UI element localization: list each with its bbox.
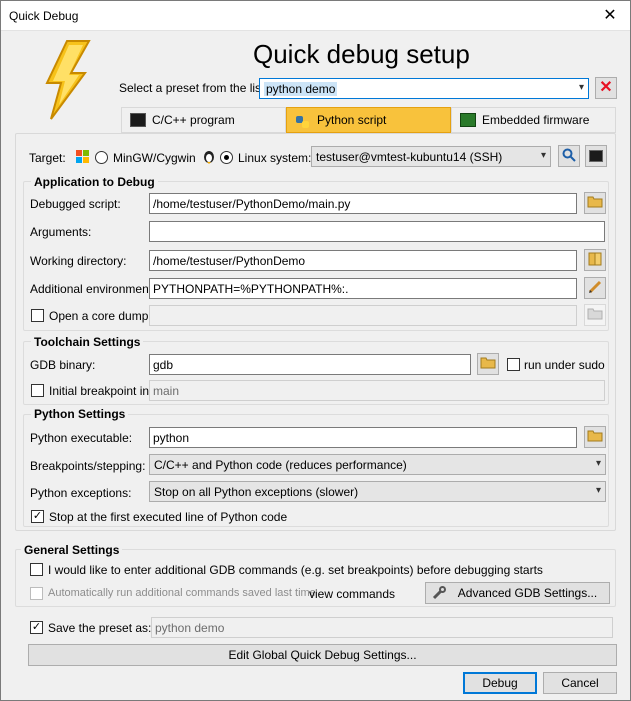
save-preset-label: Save the preset as: [48,621,152,635]
stop-first-line-checkbox[interactable]: ✓ [31,510,44,523]
toolchain-section-title: Toolchain Settings [31,335,144,349]
view-commands-link[interactable]: view commands [309,587,395,601]
working-directory-label: Working directory: [30,254,127,268]
gdb-binary-field[interactable]: gdb [149,354,471,375]
linux-label: Linux system: [238,151,312,165]
preset-select[interactable]: python demo ▾ [259,78,589,99]
advanced-gdb-settings-label: Advanced GDB Settings... [457,586,598,600]
save-preset-field: python demo [151,617,613,638]
edit-global-settings-button[interactable]: Edit Global Quick Debug Settings... [28,644,617,666]
search-icon [562,148,576,165]
linux-system-value: testuser@vmtest-kubuntu14 (SSH) [316,150,503,164]
python-section-title: Python Settings [31,407,129,421]
initial-breakpoint-label: Initial breakpoint in: [49,384,153,398]
run-under-sudo-checkbox[interactable] [507,358,520,371]
folder-open-icon [480,356,496,372]
chevron-down-icon: ▾ [578,82,584,93]
tab-cpp-program[interactable]: C/C++ program [121,107,286,133]
gdb-binary-label: GDB binary: [30,358,96,372]
browse-core-dump-button [584,304,606,326]
search-button[interactable] [558,145,580,167]
cancel-button[interactable]: Cancel [543,672,617,694]
chevron-down-icon: ▾ [595,485,601,496]
application-section-title: Application to Debug [31,175,158,189]
quick-debug-window: Quick Debug ✕ Quick debug setup Select a… [0,0,631,701]
close-icon[interactable]: ✕ [590,1,630,31]
breakpoints-stepping-value: C/C++ and Python code (reduces performan… [154,458,407,472]
lightning-bolt-icon [41,39,93,121]
core-dump-checkbox[interactable] [31,309,44,322]
python-exceptions-label: Python exceptions: [30,486,132,500]
preset-label: Select a preset from the list: [119,81,268,95]
open-terminal-button[interactable] [585,145,607,167]
breakpoints-stepping-select[interactable]: C/C++ and Python code (reduces performan… [149,454,606,475]
folder-open-icon [587,195,603,211]
tab-python-script[interactable]: Python script [286,107,451,133]
initial-breakpoint-checkbox[interactable] [31,384,44,397]
pencil-icon [588,280,602,297]
working-directory-field[interactable]: /home/testuser/PythonDemo [149,250,577,271]
chevron-down-icon: ▾ [540,150,546,161]
linux-penguin-icon [202,148,216,164]
title-bar: Quick Debug ✕ [1,1,630,31]
arguments-field[interactable] [149,221,605,242]
debug-button[interactable]: Debug [463,672,537,694]
advanced-gdb-settings-button[interactable]: Advanced GDB Settings... [425,582,610,604]
linux-system-select[interactable]: testuser@vmtest-kubuntu14 (SSH) ▾ [311,146,551,167]
python-executable-label: Python executable: [30,431,133,445]
window-title: Quick Debug [9,9,79,23]
core-dump-field [149,305,577,326]
linux-radio[interactable] [220,151,233,164]
chip-icon [460,113,476,127]
folder-open-icon [587,429,603,445]
debugged-script-label: Debugged script: [30,197,121,211]
mingw-radio[interactable] [95,151,108,164]
terminal-icon [130,113,146,127]
browse-directory-button[interactable] [584,249,606,271]
folder-icon [587,252,603,269]
breakpoints-stepping-label: Breakpoints/stepping: [30,459,146,473]
browse-gdb-button[interactable] [477,353,499,375]
arguments-label: Arguments: [30,225,92,239]
browse-script-button[interactable] [584,192,606,214]
debugged-script-field[interactable]: /home/testuser/PythonDemo/main.py [149,193,577,214]
python-executable-field[interactable]: python [149,427,577,448]
python-icon [295,113,311,128]
additional-environment-label: Additional environment: [30,282,156,296]
tab-label: Embedded firmware [482,113,590,127]
auto-run-checkbox [30,587,43,600]
windows-icon [75,149,91,164]
delete-preset-icon: ✕ [599,79,613,96]
delete-preset-button[interactable]: ✕ [595,77,617,99]
initial-breakpoint-field: main [149,380,605,401]
save-preset-checkbox[interactable]: ✓ [30,621,43,634]
additional-commands-label: I would like to enter additional GDB com… [48,563,543,577]
tab-embedded-firmware[interactable]: Embedded firmware [451,107,616,133]
stop-first-line-label: Stop at the first executed line of Pytho… [49,510,288,524]
general-section-title: General Settings [21,543,123,557]
python-exceptions-value: Stop on all Python exceptions (slower) [154,485,359,499]
folder-open-icon [587,307,603,323]
wrench-icon [432,586,446,606]
run-under-sudo-label: run under sudo [524,358,605,372]
auto-run-label: Automatically run additional commands sa… [48,587,316,599]
mingw-label: MinGW/Cygwin [113,151,196,165]
edit-environment-button[interactable] [584,277,606,299]
browse-python-button[interactable] [584,426,606,448]
tab-label: C/C++ program [152,113,235,127]
terminal-icon [589,150,603,162]
chevron-down-icon: ▾ [595,458,601,469]
tab-label: Python script [317,113,387,127]
target-label: Target: [29,151,66,165]
additional-commands-checkbox[interactable] [30,563,43,576]
page-title: Quick debug setup [253,39,470,69]
core-dump-label: Open a core dump: [49,309,152,323]
python-exceptions-select[interactable]: Stop on all Python exceptions (slower) ▾ [149,481,606,502]
preset-value: python demo [264,82,338,96]
additional-environment-field[interactable]: PYTHONPATH=%PYTHONPATH%:. [149,278,577,299]
